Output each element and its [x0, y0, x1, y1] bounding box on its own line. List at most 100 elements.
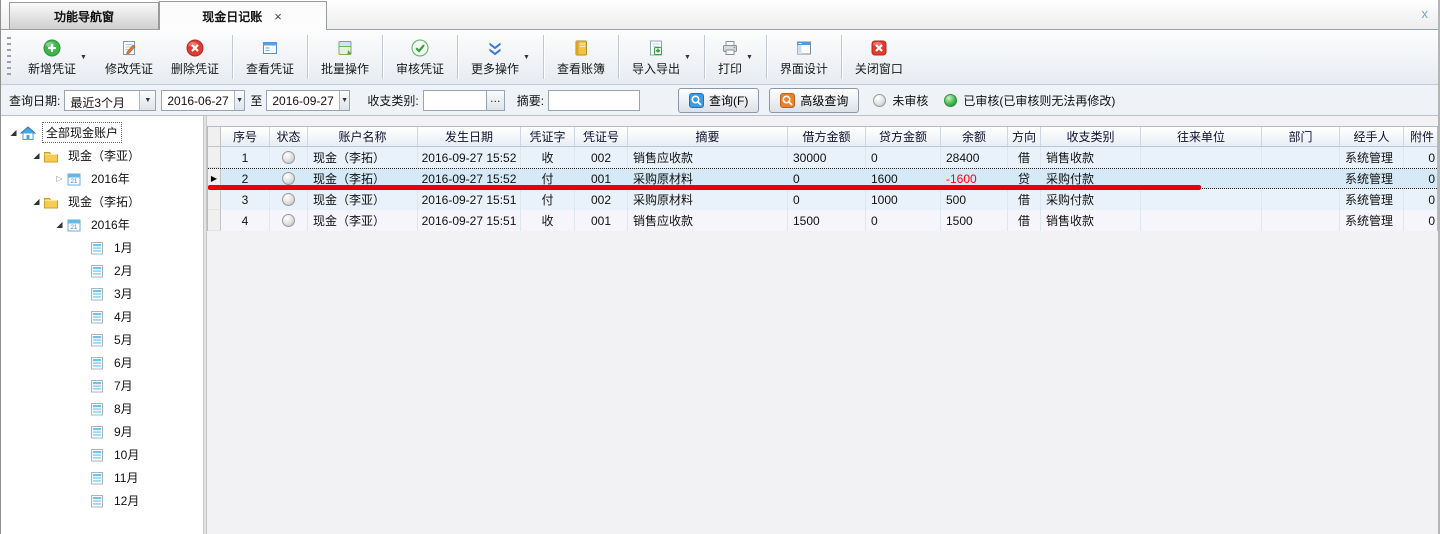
edit-voucher-button[interactable]: 修改凭证: [96, 34, 162, 81]
calendar-icon: 21: [66, 217, 84, 233]
cell-balance: 1500: [941, 210, 1008, 231]
cell-department: [1262, 210, 1340, 231]
cell-direction: 借: [1008, 147, 1041, 168]
audited-status-icon: [944, 94, 957, 107]
tree-item[interactable]: ◢现金（李拓）: [1, 190, 203, 213]
calendar-icon: 21: [66, 171, 84, 187]
chevron-down-icon[interactable]: ▼: [684, 54, 691, 61]
search-button-label: 查询(F): [709, 92, 748, 109]
tree-item[interactable]: ◢全部现金账户: [1, 121, 203, 144]
view-books-button[interactable]: 查看账簿: [548, 34, 614, 81]
chevron-down-icon[interactable]: ▼: [523, 54, 530, 61]
column-header-department[interactable]: 部门: [1262, 127, 1340, 146]
table-row[interactable]: 1现金（李拓）2016-09-27 15:52收002销售应收款30000028…: [208, 147, 1437, 168]
table-row[interactable]: 4现金（李亚）2016-09-27 15:51收001销售应收款15000150…: [208, 210, 1437, 231]
audit-voucher-button[interactable]: 审核凭证: [387, 34, 453, 81]
cell-status: [270, 189, 308, 210]
column-header-word[interactable]: 凭证字: [521, 127, 575, 146]
collapse-icon[interactable]: ◢: [53, 220, 66, 229]
collapse-icon[interactable]: ◢: [7, 128, 20, 137]
column-header-balance[interactable]: 余额: [941, 127, 1008, 146]
tree-item-label: 4月: [111, 307, 136, 326]
tabstrip-close-icon[interactable]: x: [1422, 6, 1429, 21]
column-header-date[interactable]: 发生日期: [418, 127, 521, 146]
tab-function-nav[interactable]: 功能导航窗: [9, 2, 159, 29]
category-label: 收支类别:: [367, 92, 418, 109]
ui-design-button[interactable]: 界面设计: [771, 34, 837, 81]
column-header-seq[interactable]: 序号: [221, 127, 270, 146]
month-icon: [89, 355, 107, 371]
batch-ops-button[interactable]: 批量操作: [312, 34, 378, 81]
advanced-search-button[interactable]: 高级查询: [769, 88, 859, 113]
tree-item-label: 2016年: [88, 169, 133, 188]
tab-close-icon[interactable]: ×: [272, 10, 284, 23]
chevron-down-icon[interactable]: ▼: [80, 54, 87, 61]
column-header-account[interactable]: 账户名称: [308, 127, 418, 146]
audit-voucher-label: 审核凭证: [396, 60, 444, 77]
tree-item[interactable]: 10月: [1, 443, 203, 466]
tab-cash-journal[interactable]: 现金日记账 ×: [159, 1, 327, 30]
tree-item[interactable]: 5月: [1, 328, 203, 351]
chevron-down-icon[interactable]: ▼: [234, 91, 245, 110]
more-ops-button[interactable]: 更多操作 ▼: [462, 34, 539, 81]
expand-icon[interactable]: ▷: [53, 174, 66, 183]
category-input[interactable]: [423, 90, 487, 111]
import-export-button[interactable]: 导入导出▼: [623, 34, 700, 81]
tree-item[interactable]: 2月: [1, 259, 203, 282]
date-to-combobox[interactable]: 2016-09-27 ▼: [266, 90, 350, 111]
tree-item[interactable]: 6月: [1, 351, 203, 374]
tree-item[interactable]: ◢212016年: [1, 213, 203, 236]
tree-item[interactable]: 8月: [1, 397, 203, 420]
collapse-icon[interactable]: ◢: [30, 151, 43, 160]
month-icon: [89, 401, 107, 417]
chevron-down-icon[interactable]: ▼: [746, 54, 753, 61]
audit-voucher-icon: [410, 38, 430, 58]
print-button[interactable]: 打印▼: [709, 34, 762, 81]
column-header-credit[interactable]: 贷方金额: [866, 127, 941, 146]
column-header-direction[interactable]: 方向: [1008, 127, 1041, 146]
collapse-icon[interactable]: ◢: [30, 197, 43, 206]
category-lookup-button[interactable]: …: [487, 90, 505, 111]
tree-item[interactable]: 11月: [1, 466, 203, 489]
month-icon: [89, 470, 107, 486]
chevron-down-icon[interactable]: ▼: [339, 91, 350, 110]
close-window-button[interactable]: 关闭窗口: [846, 34, 912, 81]
column-header-handler[interactable]: 经手人: [1340, 127, 1404, 146]
date-from-combobox[interactable]: 2016-06-27 ▼: [161, 90, 245, 111]
column-header-summary[interactable]: 摘要: [628, 127, 788, 146]
column-header-status[interactable]: 状态: [270, 127, 308, 146]
toolbar-grip[interactable]: [7, 37, 11, 77]
tree-item[interactable]: ▷212016年: [1, 167, 203, 190]
cell-word: 付: [521, 189, 575, 210]
column-header-attach[interactable]: 附件: [1404, 127, 1438, 146]
cell-handler: 系统管理: [1340, 189, 1404, 210]
tree-item[interactable]: 3月: [1, 282, 203, 305]
status-legend: 未审核 已审核(已审核则无法再修改): [873, 92, 1115, 109]
tree-item[interactable]: 1月: [1, 236, 203, 259]
search-button[interactable]: 查询(F): [678, 88, 759, 113]
table-row[interactable]: 3现金（李亚）2016-09-27 15:51付002采购原材料01000500…: [208, 189, 1437, 210]
column-header-no[interactable]: 凭证号: [575, 127, 628, 146]
column-header-category[interactable]: 收支类别: [1041, 127, 1141, 146]
tree-item-label: 6月: [111, 353, 136, 372]
tree-item[interactable]: 7月: [1, 374, 203, 397]
cell-balance: 28400: [941, 147, 1008, 168]
unaudited-status-icon: [282, 193, 295, 206]
tree-item[interactable]: 12月: [1, 489, 203, 512]
tree-item[interactable]: ◢现金（李亚）: [1, 144, 203, 167]
summary-label: 摘要:: [517, 92, 544, 109]
date-preset-combobox[interactable]: 最近3个月 ▼: [64, 90, 156, 111]
column-header-debit[interactable]: 借方金额: [788, 127, 866, 146]
folder-icon: [43, 194, 61, 210]
tree-item[interactable]: 9月: [1, 420, 203, 443]
chevron-down-icon[interactable]: ▼: [139, 91, 155, 110]
delete-voucher-button[interactable]: 删除凭证: [162, 34, 228, 81]
tree-item[interactable]: 4月: [1, 305, 203, 328]
column-header-contact[interactable]: 往来单位: [1141, 127, 1262, 146]
new-voucher-button[interactable]: 新增凭证▼: [19, 34, 96, 81]
more-ops-label: 更多操作: [471, 60, 519, 77]
cell-contact: [1141, 210, 1262, 231]
view-voucher-button[interactable]: 查看凭证: [237, 34, 303, 81]
more-ops-icon: [485, 38, 505, 58]
summary-input[interactable]: [548, 90, 640, 111]
